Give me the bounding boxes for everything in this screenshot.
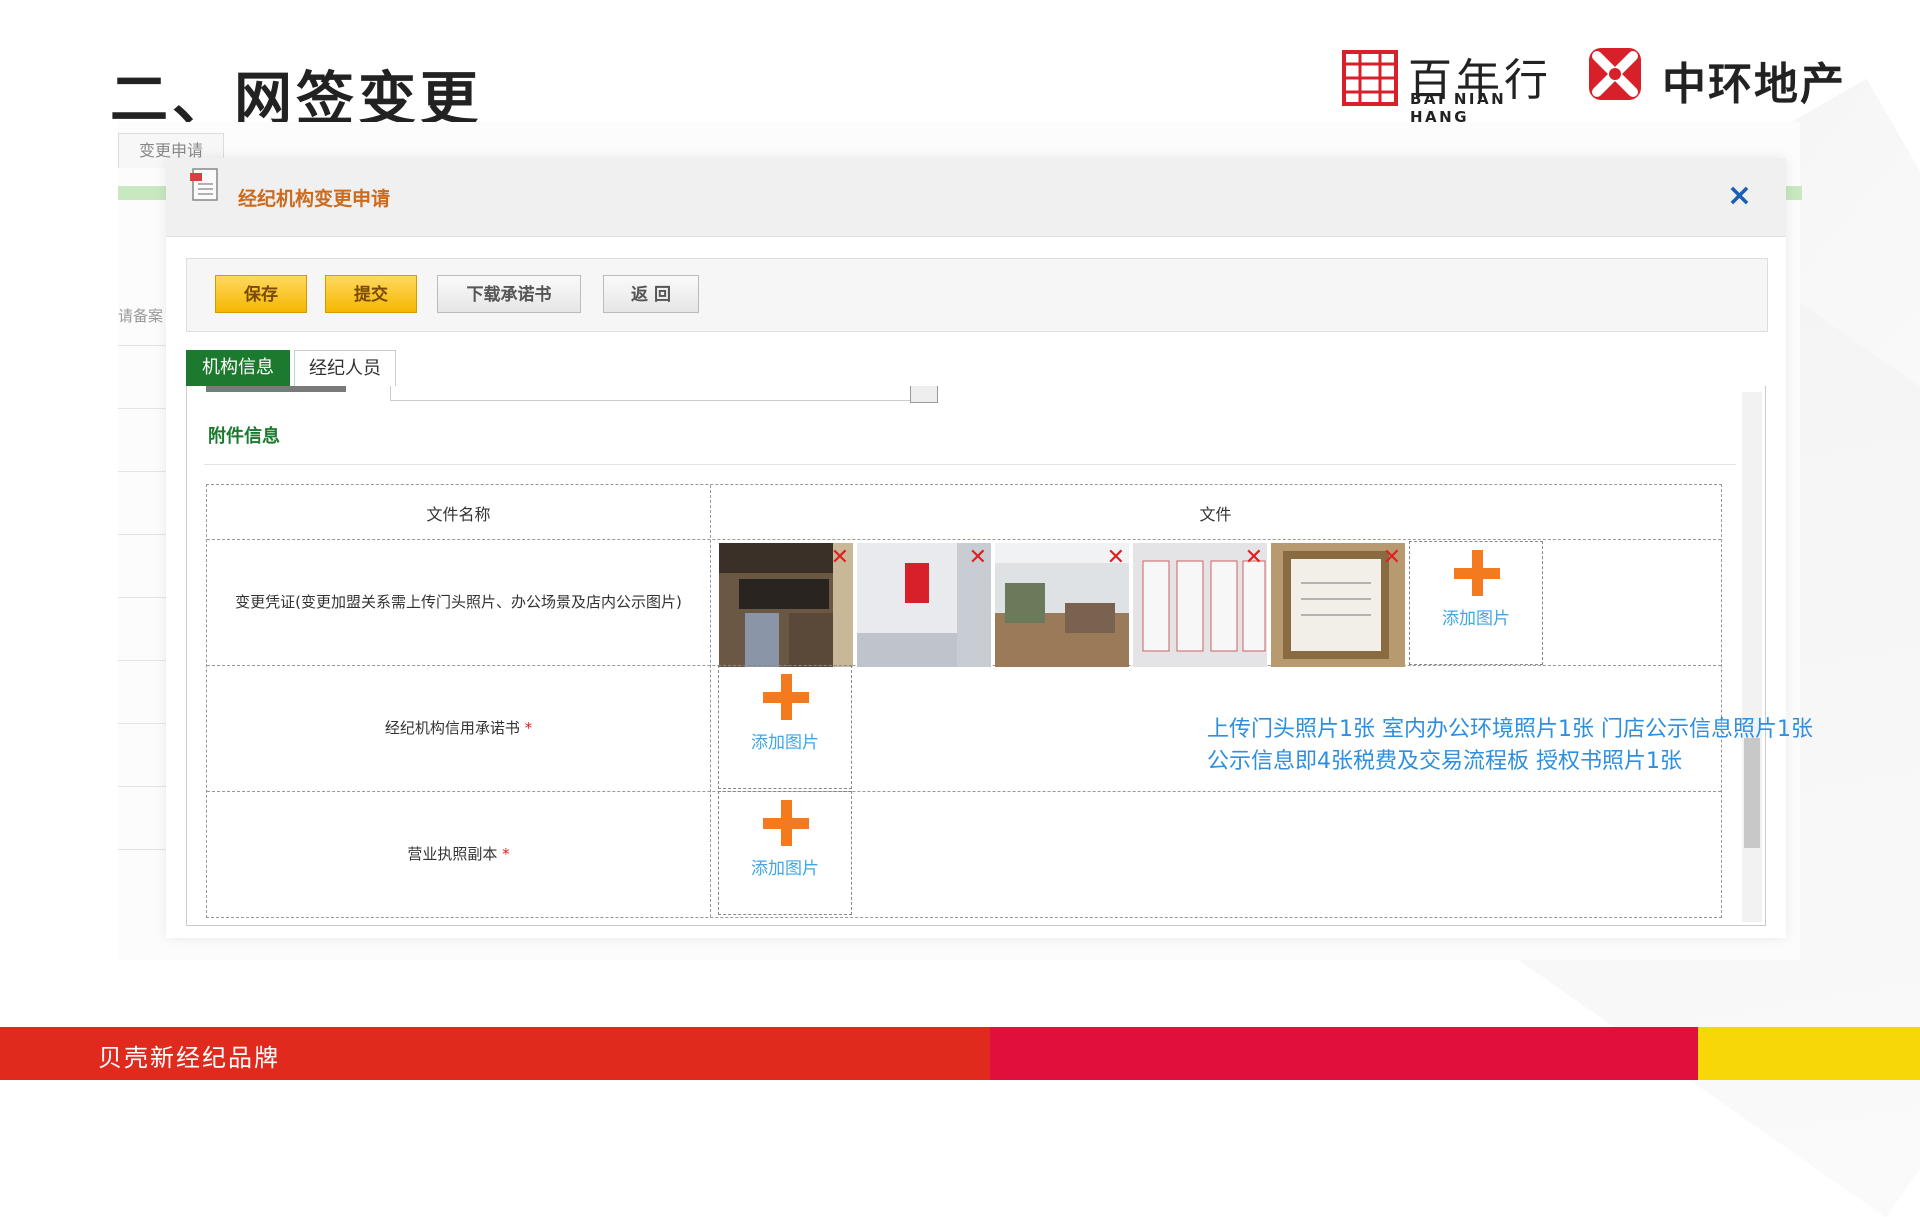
bainianhang-logo: 百年行 BAI NIAN HANG [1342,48,1562,126]
submit-button[interactable]: 提交 [325,275,417,313]
background-divider [118,408,166,409]
section-divider [204,464,1736,465]
tab-agency-info[interactable]: 机构信息 [186,350,290,386]
background-divider [118,849,166,850]
bainianhang-logo-mark [1342,50,1398,106]
tab-agent-staff[interactable]: 经纪人员 [294,350,396,386]
clipped-dropdown-handle[interactable] [910,386,938,403]
save-button[interactable]: 保存 [215,275,307,313]
add-image-label: 添加图片 [751,733,819,753]
background-divider [118,723,166,724]
background-divider [118,786,166,787]
table-row: 营业执照副本 * 添加图片 [207,791,1721,917]
add-image-button[interactable]: 添加图片 [718,791,852,915]
file-name-text: 营业执照副本 [407,845,498,863]
clipped-field-label [206,386,346,392]
plus-icon [763,674,809,720]
file-name-text: 经纪机构信用承诺书 [384,719,520,737]
required-mark: * [502,845,510,863]
table-row: 经纪机构信用承诺书 * 添加图片 上传门头照片1张 室内办公环境照片1张 门店公… [207,665,1813,792]
remove-photo-icon[interactable]: ✕ [969,545,987,570]
add-image-label: 添加图片 [751,859,819,879]
remove-photo-icon[interactable]: ✕ [831,545,849,570]
back-button[interactable]: 返 回 [603,275,699,313]
remove-photo-icon[interactable]: ✕ [1245,545,1263,570]
footer-bar-yellow [1698,1027,1920,1080]
remove-photo-icon[interactable]: ✕ [1383,545,1401,570]
scrollbar-thumb[interactable] [1744,738,1760,848]
background-divider [118,660,166,661]
zhonghuan-logo-text: 中环地产 [1662,59,1846,110]
column-header-filename: 文件名称 [426,505,491,524]
download-commitment-button[interactable]: 下载承诺书 [437,275,581,313]
uploaded-photo-storefront[interactable]: ✕ [719,543,853,667]
background-row-label: 请备案 [118,307,164,325]
table-header-row: 文件名称 文件 [207,485,1721,540]
file-name-change-proof: 变更凭证(变更加盟关系需上传门头照片、办公场景及店内公示图片) [235,593,682,611]
upload-instruction-line-2: 公示信息即4张税费及交易流程板 授权书照片1张 [1207,749,1682,774]
dialog-toolbar: 保存 提交 下载承诺书 返 回 [186,258,1768,332]
uploaded-photo-authorization-letter[interactable]: ✕ [1271,543,1405,667]
add-image-label: 添加图片 [1442,609,1510,629]
background-divider [118,345,166,346]
file-name-business-license: 营业执照副本 * [207,843,710,864]
file-name-credit-commitment: 经纪机构信用承诺书 * [207,717,710,738]
close-icon[interactable]: × [1727,178,1752,213]
plus-icon [763,800,809,846]
background-divider [118,534,166,535]
background-divider [118,471,166,472]
attachment-table: 文件名称 文件 变更凭证(变更加盟关系需上传门头照片、办公场景及店内公示图片) … [206,484,1813,918]
background-green-bar [1786,186,1802,200]
remove-photo-icon[interactable]: ✕ [1107,545,1125,570]
required-mark: * [524,719,533,737]
column-header-file: 文件 [1199,505,1232,524]
background-divider [118,597,166,598]
document-icon [190,168,218,201]
footer-brand-text: 贝壳新经纪品牌 [98,1044,280,1072]
uploaded-photo-notice-boards[interactable]: ✕ [1133,543,1267,667]
clipped-input-field[interactable] [390,386,938,401]
uploaded-photo-office-wall[interactable]: ✕ [857,543,991,667]
zhonghuan-logo: 中环地产 [1587,46,1867,110]
footer-bar-crimson [990,1027,1698,1080]
bainianhang-logo-english: BAI NIAN HANG [1410,90,1507,126]
change-application-dialog: 经纪机构变更申请 × 保存 提交 下载承诺书 返 回 机构信息 经纪人员 附件信… [166,158,1813,938]
background-green-bar [118,186,166,200]
upload-instruction-line-1: 上传门头照片1张 室内办公环境照片1张 门店公示信息照片1张 [1207,717,1813,742]
dialog-title: 经纪机构变更申请 [238,188,391,210]
plus-icon [1454,550,1500,596]
dialog-header: 经纪机构变更申请 × [166,158,1786,237]
table-row: 变更凭证(变更加盟关系需上传门头照片、办公场景及店内公示图片) ✕ ✕ ✕ ✕ … [207,539,1721,667]
add-image-button[interactable]: 添加图片 [1409,541,1543,665]
section-title-attachments: 附件信息 [208,426,280,447]
uploaded-photo-office-interior[interactable]: ✕ [995,543,1129,667]
add-image-button[interactable]: 添加图片 [718,665,852,789]
zhonghuan-logo-mark [1589,48,1641,100]
